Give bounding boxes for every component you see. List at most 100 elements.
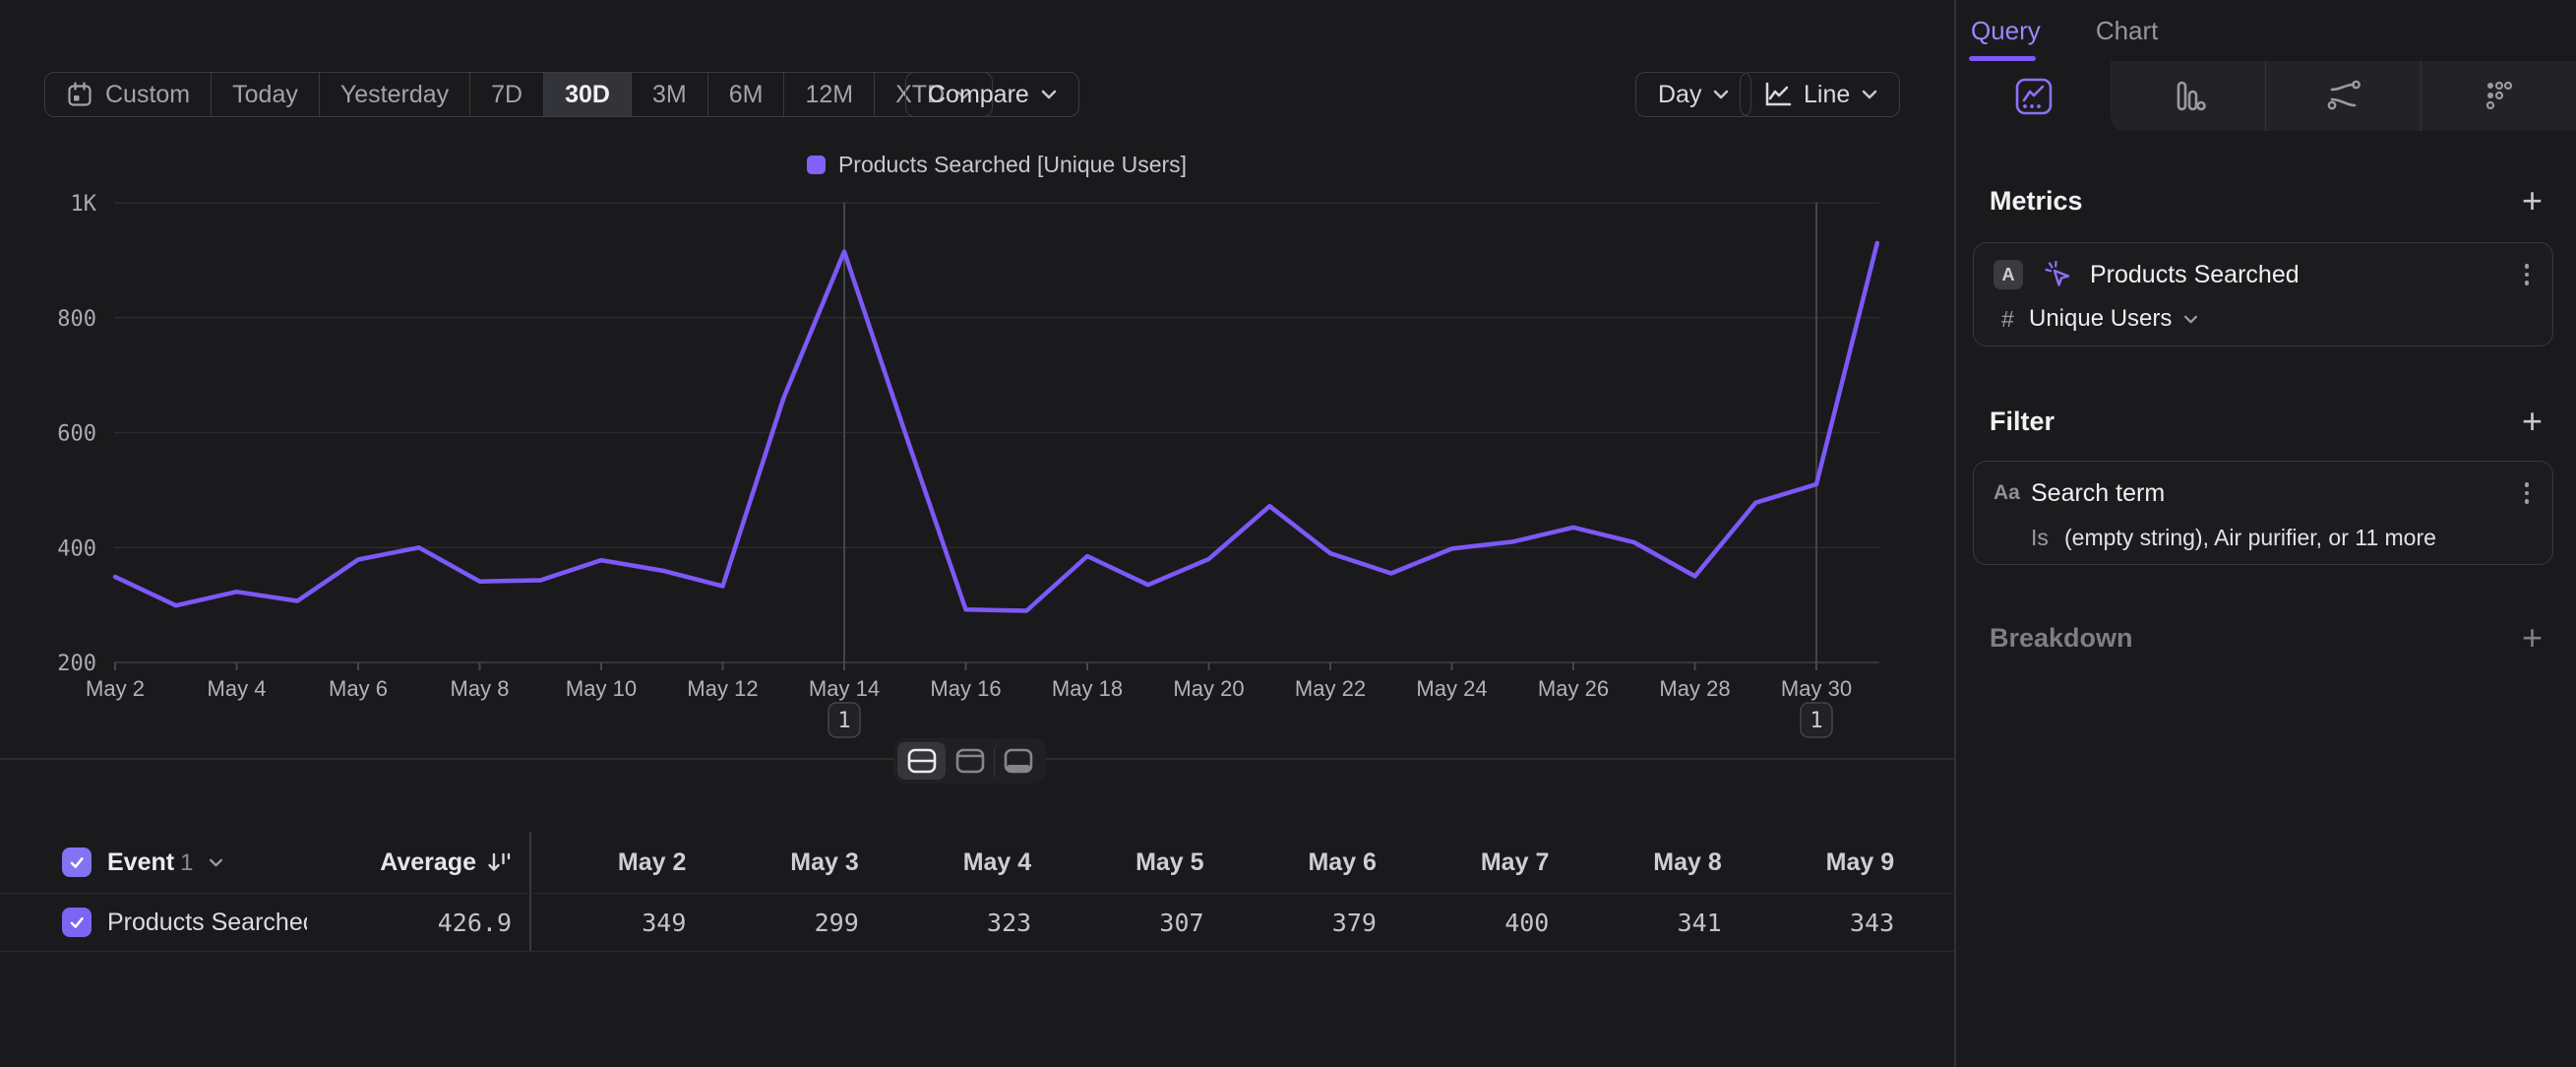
date-column-header[interactable]: May 8 <box>1564 848 1737 877</box>
filter-property-name: Search term <box>2031 479 2165 508</box>
tab-query[interactable]: Query <box>1971 16 2041 46</box>
x-tick-may-18: May 18 <box>1052 676 1123 701</box>
average-label: Average <box>380 848 476 877</box>
x-tick-may-14: May 14 <box>809 676 880 701</box>
table-row[interactable]: Products Searched [Un... 426.9 349299323… <box>0 893 1954 952</box>
y-tick-200: 200 <box>57 652 96 676</box>
insights-chart-icon <box>2012 75 2055 118</box>
table-header-row: Event1 Average May 2May 3May 4May 5May 6… <box>0 832 1954 893</box>
report-type-tabs <box>1956 61 2576 131</box>
average-header-cell[interactable]: Average <box>307 848 529 877</box>
filter-menu-icon[interactable] <box>2521 478 2534 508</box>
row-checkbox[interactable] <box>62 908 92 937</box>
query-sidebar: Query Chart <box>1956 0 2576 1067</box>
date-column-header[interactable]: May 7 <box>1392 848 1564 877</box>
date-column-header[interactable]: May 9 <box>1738 848 1910 877</box>
metric-letter-badge: A <box>1993 260 2023 289</box>
chevron-down-icon[interactable] <box>209 858 223 867</box>
legend-label: Products Searched [Unique Users] <box>838 152 1187 178</box>
tab-retention-grid[interactable] <box>2421 61 2576 131</box>
filter-condition-row[interactable]: Is (empty string), Air purifier, or 11 m… <box>1993 521 2533 554</box>
filter-value: (empty string), Air purifier, or 11 more <box>2064 525 2436 551</box>
tab-insights-chart[interactable] <box>1956 61 2111 131</box>
range-button-label: 12M <box>805 81 853 109</box>
chevron-down-icon <box>1862 90 1877 99</box>
select-all-checkbox[interactable] <box>62 847 92 877</box>
range-button-label: 7D <box>491 81 522 109</box>
compare-button[interactable]: Compare <box>905 72 1079 117</box>
y-tick-1K: 1K <box>71 192 97 217</box>
range-button-label: 3M <box>652 81 687 109</box>
metric-aggregation-row[interactable]: # Unique Users <box>1993 302 2533 336</box>
tab-chart[interactable]: Chart <box>2096 16 2159 46</box>
string-type-icon: Aa <box>1993 481 2023 505</box>
x-tick-may-28: May 28 <box>1659 676 1730 701</box>
range-button-label: 30D <box>565 81 610 109</box>
check-icon <box>67 852 87 872</box>
y-tick-400: 400 <box>57 536 96 561</box>
add-filter-button[interactable]: + <box>2522 404 2543 439</box>
filter-card[interactable]: Aa Search term Is (empty string), Air pu… <box>1973 461 2553 565</box>
table-only-view-button[interactable] <box>994 742 1042 780</box>
aggregation-label: Unique Users <box>2029 305 2172 333</box>
chart-only-icon <box>955 748 985 774</box>
range-button-custom[interactable]: Custom <box>45 73 212 116</box>
breakdown-section-header: Breakdown + <box>1990 620 2543 656</box>
cell-value: 343 <box>1738 894 1910 951</box>
layout-toggle-group <box>893 738 1046 784</box>
split-view-button[interactable] <box>897 742 946 780</box>
x-tick-may-20: May 20 <box>1173 676 1244 701</box>
granularity-button[interactable]: Day <box>1635 72 1751 117</box>
annotation-badge-count: 1 <box>1809 709 1822 733</box>
tab-bar-chart[interactable] <box>2111 61 2265 131</box>
range-button-yesterday[interactable]: Yesterday <box>320 73 470 116</box>
range-button-6m[interactable]: 6M <box>708 73 785 116</box>
range-button-12m[interactable]: 12M <box>784 73 875 116</box>
tab-flows[interactable] <box>2265 61 2421 131</box>
x-tick-may-8: May 8 <box>451 676 510 701</box>
event-spark-icon <box>2043 259 2074 290</box>
date-column-header[interactable]: May 6 <box>1220 848 1392 877</box>
range-button-3m[interactable]: 3M <box>632 73 708 116</box>
cell-value: 400 <box>1392 894 1564 951</box>
chart-only-view-button[interactable] <box>946 742 994 780</box>
chart-gridlines <box>114 203 1879 662</box>
range-button-30d[interactable]: 30D <box>544 73 632 116</box>
sidebar-tab-bar: Query Chart <box>1956 0 2576 61</box>
filter-card-row: Aa Search term <box>1993 474 2533 512</box>
metric-menu-icon[interactable] <box>2521 260 2534 289</box>
retention-grid-icon <box>2478 75 2521 118</box>
series-line[interactable] <box>115 243 1877 611</box>
date-column-header[interactable]: May 4 <box>875 848 1047 877</box>
cell-value: 341 <box>1564 894 1737 951</box>
date-column-header[interactable]: May 5 <box>1047 848 1219 877</box>
x-tick-may-10: May 10 <box>566 676 637 701</box>
x-tick-may-12: May 12 <box>687 676 758 701</box>
event-label: Event <box>107 848 174 876</box>
date-column-header[interactable]: May 3 <box>702 848 874 877</box>
split-view-icon <box>907 748 937 774</box>
line-chart[interactable]: 1K800600400200 May 2May 4May 6May 8May 1… <box>0 187 1955 758</box>
event-header-cell: Event1 <box>0 847 307 877</box>
add-metric-button[interactable]: + <box>2522 183 2543 219</box>
chart-type-button[interactable]: Line <box>1740 72 1900 117</box>
cell-value: 307 <box>1047 894 1219 951</box>
date-column-header[interactable]: May 2 <box>529 832 702 893</box>
add-breakdown-button[interactable]: + <box>2522 620 2543 656</box>
range-button-label: Today <box>232 81 298 109</box>
range-button-today[interactable]: Today <box>212 73 320 116</box>
annotation-badges[interactable]: 11 <box>828 703 1832 737</box>
range-button-7d[interactable]: 7D <box>470 73 544 116</box>
annotation-badge-count: 1 <box>837 709 850 733</box>
metric-card[interactable]: A Products Searched # Unique Users <box>1973 242 2553 346</box>
x-tick-may-26: May 26 <box>1538 676 1609 701</box>
chart-type-label: Line <box>1804 81 1850 109</box>
cell-value: 349 <box>529 894 702 951</box>
x-tick-may-4: May 4 <box>208 676 267 701</box>
legend-item[interactable]: Products Searched [Unique Users] <box>807 152 1187 178</box>
chart-y-axis-labels: 1K800600400200 <box>57 192 96 676</box>
metrics-title: Metrics <box>1990 186 2083 217</box>
metric-card-row: A Products Searched <box>1993 256 2533 293</box>
sort-descending-icon[interactable] <box>486 850 512 874</box>
event-column-label: Event1 <box>107 848 193 877</box>
